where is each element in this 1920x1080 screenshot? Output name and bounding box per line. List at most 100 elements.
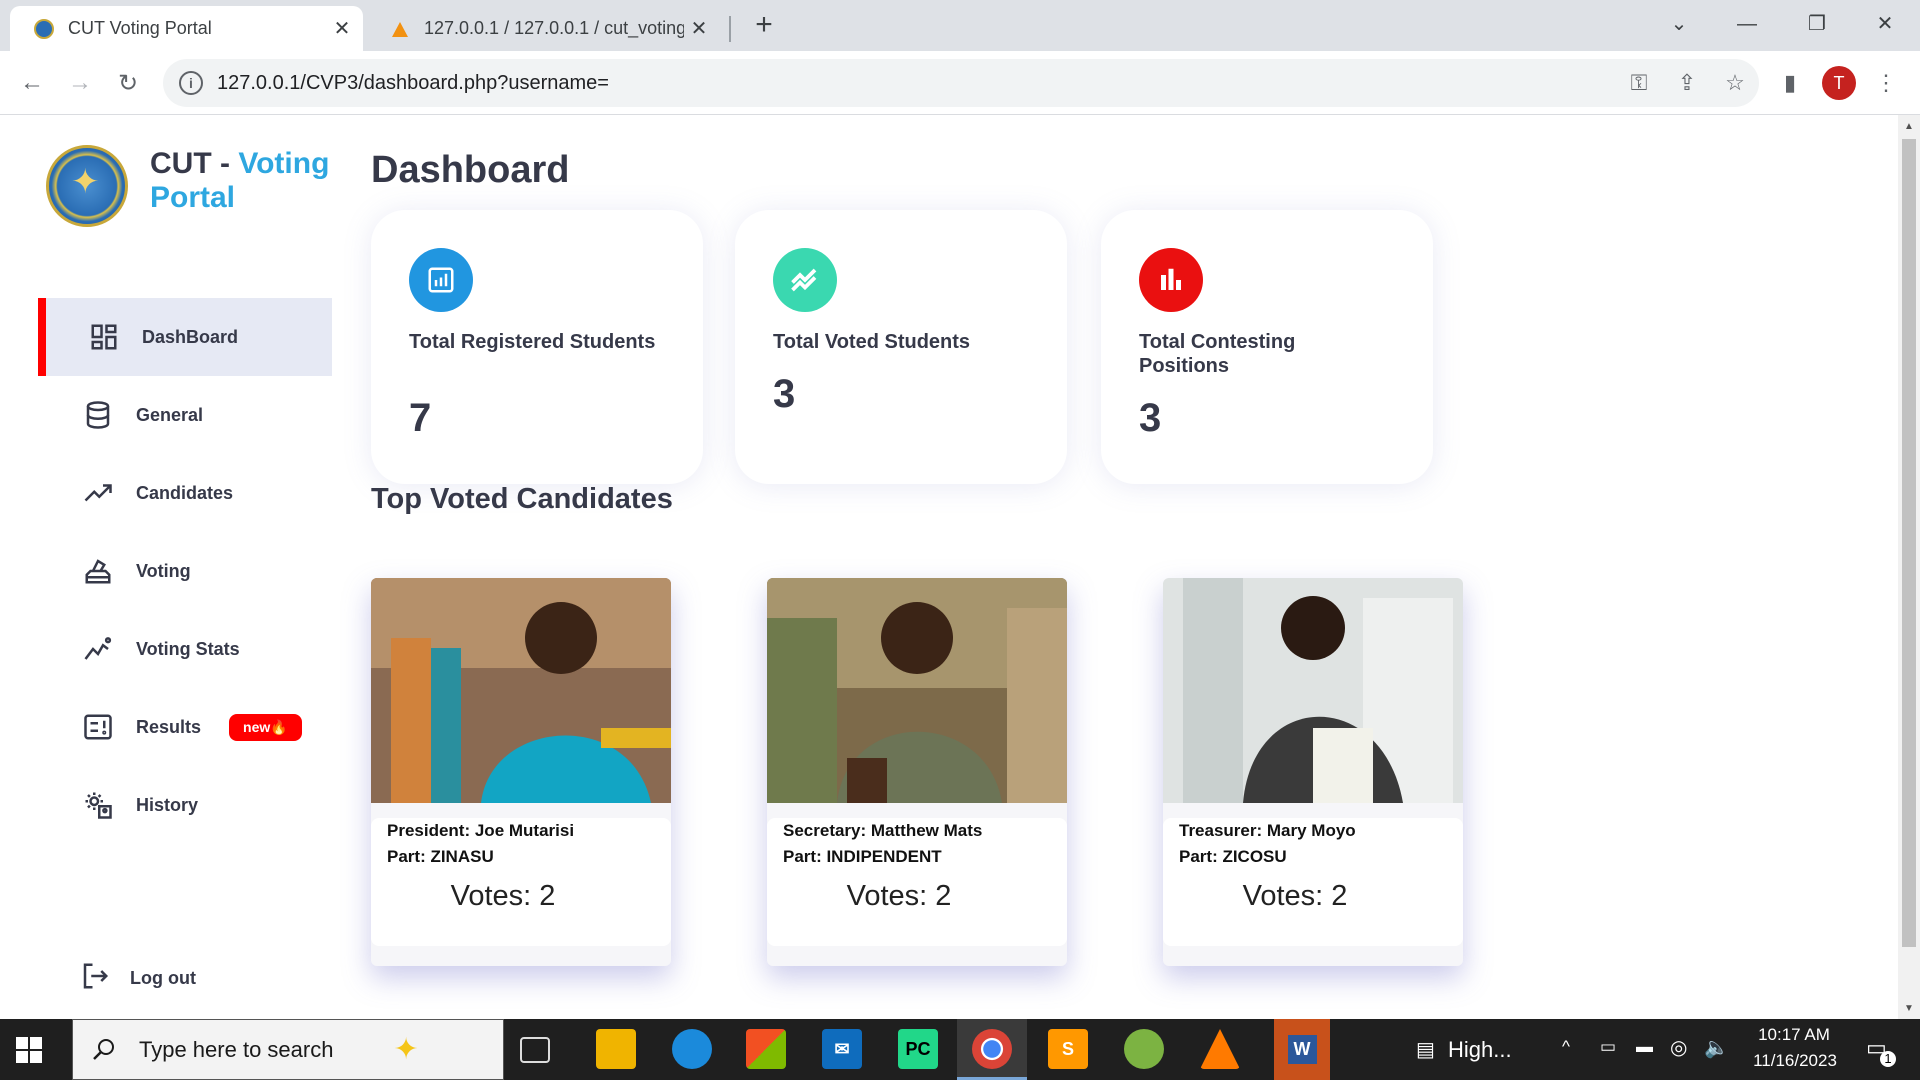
show-hidden-icons-chevron-icon[interactable]: ^: [1562, 1037, 1570, 1057]
logout-button[interactable]: Log out: [38, 958, 332, 998]
sidebar-nav: DashBoard General Candidates Voting Voti…: [38, 298, 332, 844]
clock-time[interactable]: 10:17 AM: [1744, 1025, 1844, 1045]
brand-part-portal: Portal: [150, 181, 236, 214]
weather-text[interactable]: High...: [1448, 1037, 1512, 1063]
search-placeholder: Type here to search: [139, 1036, 334, 1062]
profile-avatar[interactable]: T: [1822, 66, 1856, 100]
candidate-position-name: Treasurer: Mary Moyo: [1179, 821, 1356, 840]
windows-start-icon[interactable]: [14, 1035, 44, 1065]
trending-up-icon: [80, 475, 116, 511]
chrome-icon[interactable]: [972, 1029, 1012, 1069]
tab-title: 127.0.0.1 / 127.0.0.1 / cut_voting: [424, 18, 684, 38]
stacked-line-chart-icon: [773, 248, 837, 312]
battery-icon[interactable]: ▬: [1636, 1037, 1653, 1057]
volume-muted-icon[interactable]: 🔈: [1704, 1035, 1729, 1060]
sidebar-item-label: DashBoard: [142, 326, 239, 347]
scroll-thumb[interactable]: [1902, 139, 1916, 947]
scroll-up-arrow-icon[interactable]: ▲: [1898, 117, 1920, 137]
word-taskbar-slot[interactable]: W: [1274, 1019, 1330, 1080]
candidate-position-name: President: Joe Mutarisi: [387, 821, 575, 840]
clock-date[interactable]: 11/16/2023: [1740, 1051, 1850, 1071]
stat-label: Total Registered Students: [409, 331, 656, 353]
tab-title: CUT Voting Portal: [68, 18, 212, 38]
chameleon-app-icon[interactable]: [1124, 1029, 1164, 1069]
sublime-text-icon[interactable]: S: [1048, 1029, 1088, 1069]
history-icon: [80, 787, 116, 823]
mail-icon[interactable]: ✉: [822, 1029, 862, 1069]
new-badge: new🔥: [229, 713, 302, 741]
browser-toolbar: ← → ↻ i 127.0.0.1/CVP3/dashboard.php?use…: [0, 51, 1920, 115]
vlc-icon[interactable]: [1200, 1029, 1240, 1069]
forward-button[interactable]: →: [60, 63, 100, 103]
microsoft-store-icon[interactable]: [746, 1029, 786, 1069]
ballot-icon: [80, 553, 116, 589]
phpmyadmin-favicon-icon: [392, 21, 408, 37]
reload-button[interactable]: ↻: [108, 63, 148, 103]
edge-browser-icon[interactable]: [672, 1029, 712, 1069]
sidebar-item-label: Candidates: [136, 482, 234, 503]
grid-icon: [86, 319, 122, 355]
page-scrollbar[interactable]: ▲ ▼: [1898, 115, 1920, 1019]
pycharm-icon[interactable]: PC: [898, 1029, 938, 1069]
sidebar-item-candidates[interactable]: Candidates: [38, 454, 332, 532]
candidate-photo: [1163, 578, 1463, 803]
sidebar-item-label: General: [136, 404, 204, 425]
candidate-votes: Votes: 2: [1242, 880, 1348, 912]
sidebar-item-label: Voting: [136, 560, 191, 581]
meet-now-icon[interactable]: ▭: [1600, 1037, 1616, 1057]
notification-count: 1: [1880, 1051, 1896, 1067]
logout-icon: [80, 961, 110, 996]
tab-search-chevron-icon[interactable]: ⌄: [1654, 6, 1704, 42]
sidebar-item-label: Voting Stats: [136, 638, 240, 659]
side-panel-icon[interactable]: ▮: [1770, 63, 1810, 103]
close-tab-icon[interactable]: ✕: [327, 16, 357, 41]
file-explorer-icon[interactable]: [596, 1029, 636, 1069]
sidebar-item-history[interactable]: History: [38, 766, 332, 844]
news-widget-icon[interactable]: ▤: [1416, 1037, 1435, 1062]
sidebar-item-results[interactable]: Results new🔥: [38, 688, 332, 766]
network-globe-icon[interactable]: ◎: [1670, 1035, 1687, 1060]
back-button[interactable]: ←: [12, 63, 52, 103]
key-icon[interactable]: ⚿: [1615, 70, 1663, 96]
stat-card-voted: Total Voted Students 3: [735, 210, 1067, 484]
results-icon: [80, 709, 116, 745]
sidebar-item-general[interactable]: General: [38, 376, 332, 454]
sidebar-item-dashboard[interactable]: DashBoard: [38, 298, 332, 376]
close-window-button[interactable]: ✕: [1860, 6, 1910, 42]
site-info-icon[interactable]: i: [179, 71, 203, 95]
candidate-card: Treasurer: Mary Moyo Part: ZICOSU Votes:…: [1163, 578, 1463, 966]
sidebar-item-label: History: [136, 794, 199, 815]
sidebar-item-voting-stats[interactable]: Voting Stats: [38, 610, 332, 688]
stat-label: Total Voted Students: [773, 331, 971, 353]
windows-taskbar: Type here to search ✦ ✉ PC S W ▤ High...…: [0, 1019, 1920, 1080]
scroll-down-arrow-icon[interactable]: ▼: [1898, 999, 1920, 1019]
share-icon[interactable]: ⇪: [1663, 70, 1711, 96]
brand-part-cut: CUT -: [150, 147, 239, 180]
new-tab-button[interactable]: +: [748, 8, 780, 44]
sidebar-item-label: Results: [136, 716, 202, 737]
minimize-button[interactable]: —: [1722, 6, 1772, 42]
address-bar[interactable]: i 127.0.0.1/CVP3/dashboard.php?username=…: [163, 59, 1759, 107]
candidate-party: Part: ZICOSU: [1179, 847, 1287, 866]
taskbar-search-box[interactable]: Type here to search ✦: [72, 1019, 504, 1080]
tab-phpmyadmin[interactable]: 127.0.0.1 / 127.0.0.1 / cut_voting ✕: [368, 6, 720, 51]
tab-strip: CUT Voting Portal ✕ 127.0.0.1 / 127.0.0.…: [0, 0, 1920, 51]
bookmark-star-icon[interactable]: ☆: [1711, 70, 1759, 96]
brand-part-voting: Voting: [238, 147, 330, 180]
url-text[interactable]: 127.0.0.1/CVP3/dashboard.php?username=: [217, 72, 1615, 95]
candidate-info: President: Joe Mutarisi Part: ZINASU Vot…: [371, 818, 671, 946]
restore-button[interactable]: ❐: [1792, 6, 1842, 42]
stats-icon: [80, 631, 116, 667]
page-title: Dashboard: [371, 149, 570, 191]
stat-card-positions: Total Contesting Positions 3: [1101, 210, 1433, 484]
close-tab-icon[interactable]: ✕: [684, 16, 714, 41]
menu-dots-icon[interactable]: ⋮: [1866, 63, 1906, 103]
candidate-party: Part: INDIPENDENT: [783, 847, 942, 866]
sidebar-item-voting[interactable]: Voting: [38, 532, 332, 610]
task-view-icon[interactable]: [520, 1037, 550, 1063]
tab-cut-voting-portal[interactable]: CUT Voting Portal ✕: [10, 6, 363, 51]
stat-value: 7: [409, 396, 432, 440]
candidate-party: Part: ZINASU: [387, 847, 494, 866]
candidate-photo: [371, 578, 671, 803]
candidate-info: Treasurer: Mary Moyo Part: ZICOSU Votes:…: [1163, 818, 1463, 946]
